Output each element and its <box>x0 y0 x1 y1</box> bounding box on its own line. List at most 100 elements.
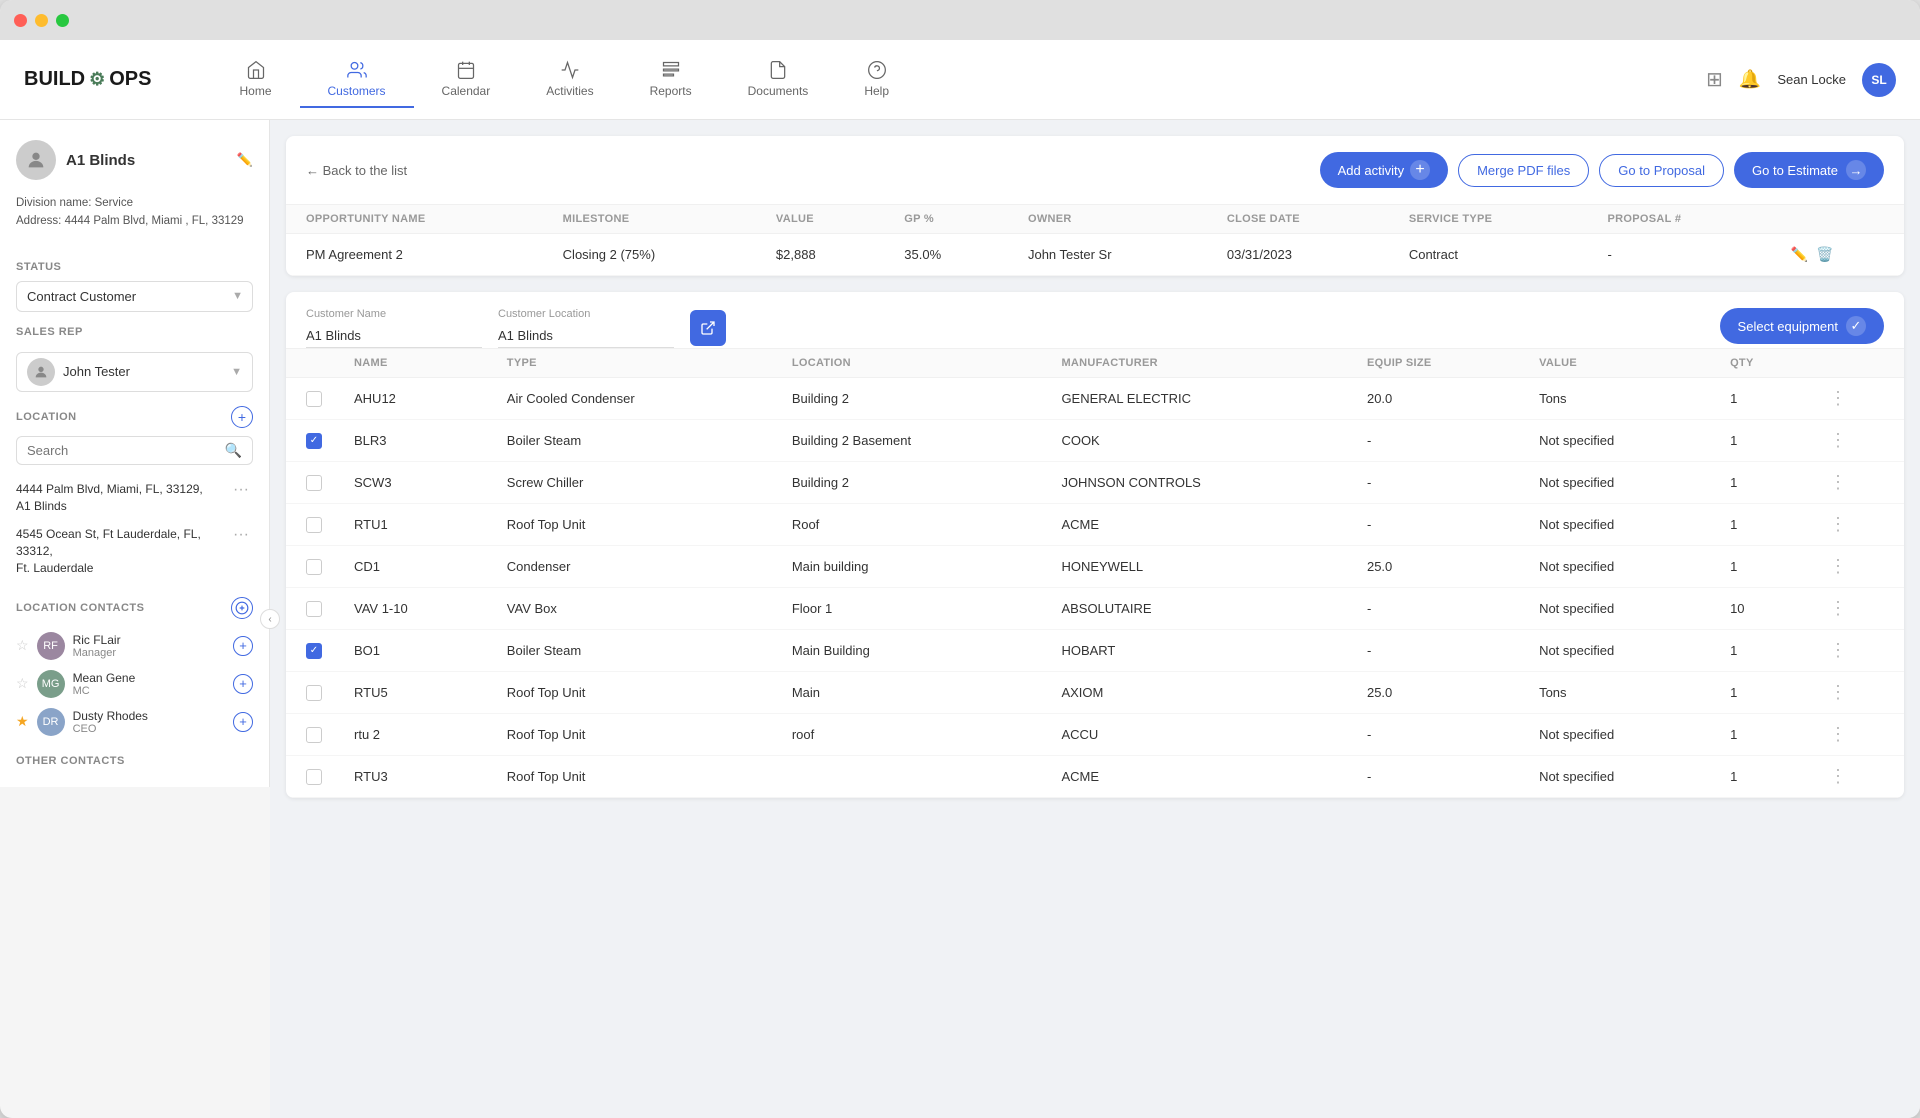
equip-checkbox-3[interactable] <box>306 517 322 533</box>
nav-customers[interactable]: Customers <box>300 52 414 108</box>
sidebar-collapse-handle[interactable]: ‹ <box>260 609 280 629</box>
equipment-row: rtu 2 Roof Top Unit roof ACCU - Not spec… <box>286 714 1904 756</box>
external-link-button[interactable] <box>690 310 726 346</box>
equip-name: SCW3 <box>338 462 491 504</box>
equip-qty: 1 <box>1714 504 1813 546</box>
customer-location-input[interactable] <box>498 324 674 348</box>
logo-icon: ⚙ <box>89 69 105 90</box>
edit-profile-icon[interactable]: ✏️ <box>237 152 253 168</box>
main-layout: A1 Blinds ✏️ Division name: Service Addr… <box>0 120 1920 1118</box>
add-activity-plus-icon: + <box>1410 160 1430 180</box>
equip-row-more-icon[interactable]: ⋮ <box>1813 714 1904 756</box>
equip-value: Tons <box>1523 672 1714 714</box>
equip-checkbox-4[interactable] <box>306 559 322 575</box>
equip-col-type: TYPE <box>491 349 776 378</box>
contact-1-star-icon[interactable]: ☆ <box>16 637 29 654</box>
equip-type: Boiler Steam <box>491 630 776 672</box>
opp-row-actions: ✏️ 🗑️ <box>1771 234 1904 276</box>
equip-name: RTU5 <box>338 672 491 714</box>
equip-type: Roof Top Unit <box>491 714 776 756</box>
equipment-row: RTU5 Roof Top Unit Main AXIOM 25.0 Tons … <box>286 672 1904 714</box>
location-1-more-icon[interactable]: ··· <box>229 481 253 499</box>
equip-checkbox-9[interactable] <box>306 769 322 785</box>
dot-green[interactable] <box>56 14 69 27</box>
content-area: ← Back to the list Add activity + Merge … <box>270 120 1920 1118</box>
grid-view-icon[interactable]: ⊞ <box>1706 67 1723 92</box>
location-2-more-icon[interactable]: ··· <box>229 526 253 544</box>
contact-3-star-icon[interactable]: ★ <box>16 713 29 730</box>
equip-row-more-icon[interactable]: ⋮ <box>1813 672 1904 714</box>
nav-reports[interactable]: Reports <box>622 52 720 108</box>
contact-3-add-button[interactable]: + <box>233 712 253 732</box>
equip-row-more-icon[interactable]: ⋮ <box>1813 588 1904 630</box>
sales-rep-label: SALES REP <box>16 326 253 338</box>
equip-checkbox-1[interactable]: ✓ <box>306 433 322 449</box>
equip-type: VAV Box <box>491 588 776 630</box>
opp-col-gp: GP % <box>884 205 1008 234</box>
opp-col-value: VALUE <box>756 205 884 234</box>
equip-row-more-icon[interactable]: ⋮ <box>1813 420 1904 462</box>
contacts-header: LOCATION CONTACTS <box>16 597 253 619</box>
nav-home[interactable]: Home <box>212 52 300 108</box>
notification-bell-icon[interactable]: 🔔 <box>1739 69 1761 90</box>
back-to-list-link[interactable]: ← Back to the list <box>306 163 407 178</box>
equip-name: VAV 1-10 <box>338 588 491 630</box>
location-search-input[interactable] <box>27 443 219 458</box>
user-avatar: SL <box>1862 63 1896 97</box>
dot-red[interactable] <box>14 14 27 27</box>
equip-checkbox-7[interactable] <box>306 685 322 701</box>
toolbar-right: Add activity + Merge PDF files Go to Pro… <box>1320 152 1884 188</box>
go-to-estimate-button[interactable]: Go to Estimate → <box>1734 152 1884 188</box>
customer-location-label: Customer Location <box>498 308 674 320</box>
equip-row-more-icon[interactable]: ⋮ <box>1813 462 1904 504</box>
equip-checkbox-5[interactable] <box>306 601 322 617</box>
opp-value: $2,888 <box>756 234 884 276</box>
equip-value: Not specified <box>1523 462 1714 504</box>
location-section-label: LOCATION <box>16 411 77 423</box>
contact-item-3: ★ DR Dusty Rhodes CEO + <box>16 703 253 741</box>
equip-qty: 1 <box>1714 420 1813 462</box>
opp-col-proposal: PROPOSAL # <box>1588 205 1771 234</box>
merge-pdf-button[interactable]: Merge PDF files <box>1458 154 1589 187</box>
equip-manufacturer: ACME <box>1045 756 1351 798</box>
equipment-row: CD1 Condenser Main building HONEYWELL 25… <box>286 546 1904 588</box>
equip-checkbox-0[interactable] <box>306 391 322 407</box>
add-contact-button[interactable] <box>231 597 253 619</box>
customer-name-field-group: Customer Name <box>306 308 482 348</box>
status-dropdown[interactable]: Contract Customer Active Inactive <box>16 281 253 312</box>
equip-row-more-icon[interactable]: ⋮ <box>1813 378 1904 420</box>
contact-2-add-button[interactable]: + <box>233 674 253 694</box>
equip-checkbox-8[interactable] <box>306 727 322 743</box>
equip-checkbox-6[interactable]: ✓ <box>306 643 322 659</box>
select-equipment-button[interactable]: Select equipment ✓ <box>1720 308 1884 344</box>
equip-row-more-icon[interactable]: ⋮ <box>1813 504 1904 546</box>
nav-activities[interactable]: Activities <box>518 52 621 108</box>
nav-help[interactable]: Help <box>836 52 917 108</box>
equip-row-more-icon[interactable]: ⋮ <box>1813 630 1904 672</box>
opp-close-date: 03/31/2023 <box>1207 234 1389 276</box>
status-dropdown-wrap[interactable]: Contract Customer Active Inactive ▼ <box>16 281 253 312</box>
nav-calendar[interactable]: Calendar <box>414 52 519 108</box>
add-activity-button[interactable]: Add activity + <box>1320 152 1448 188</box>
go-to-proposal-button[interactable]: Go to Proposal <box>1599 154 1724 187</box>
sidebar-meta: Division name: Service Address: 4444 Pal… <box>16 194 253 231</box>
contact-1-add-button[interactable]: + <box>233 636 253 656</box>
equip-row-more-icon[interactable]: ⋮ <box>1813 756 1904 798</box>
equipment-row: SCW3 Screw Chiller Building 2 JOHNSON CO… <box>286 462 1904 504</box>
equip-row-more-icon[interactable]: ⋮ <box>1813 546 1904 588</box>
equip-checkbox-2[interactable] <box>306 475 322 491</box>
equipment-card: Customer Name Customer Location Select e… <box>286 292 1904 798</box>
dot-yellow[interactable] <box>35 14 48 27</box>
nav-documents[interactable]: Documents <box>720 52 837 108</box>
customers-icon <box>347 60 367 80</box>
opp-milestone: Closing 2 (75%) <box>543 234 756 276</box>
edit-opportunity-icon[interactable]: ✏️ <box>1791 246 1808 263</box>
equip-type: Screw Chiller <box>491 462 776 504</box>
add-location-button[interactable]: + <box>231 406 253 428</box>
user-name: Sean Locke <box>1777 72 1846 87</box>
sales-rep-dropdown[interactable]: John Tester ▼ <box>16 352 253 392</box>
customer-name-input[interactable] <box>306 324 482 348</box>
equip-value: Not specified <box>1523 504 1714 546</box>
contact-2-star-icon[interactable]: ☆ <box>16 675 29 692</box>
delete-opportunity-icon[interactable]: 🗑️ <box>1816 246 1833 263</box>
